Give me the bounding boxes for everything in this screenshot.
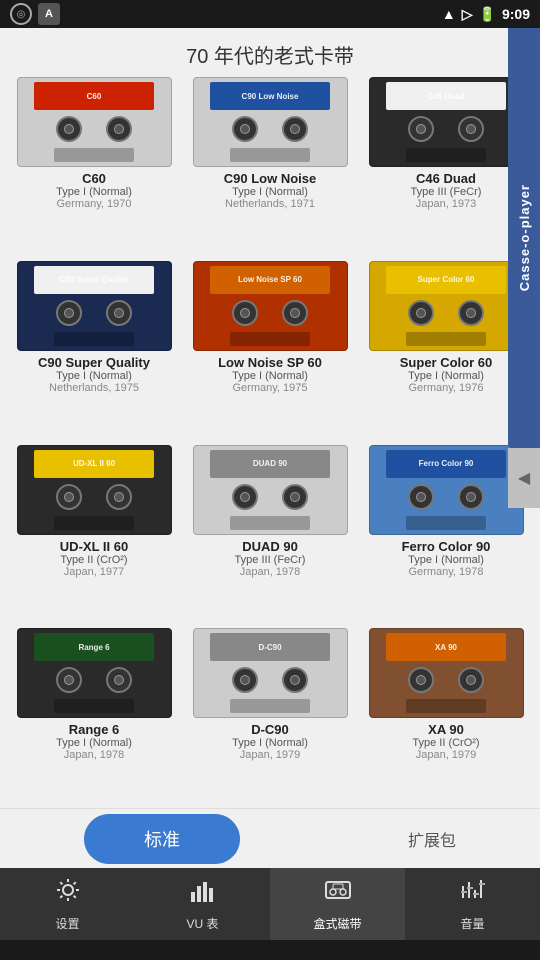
cassette-item-c90sq[interactable]: C90 Super Quality C90 Super Quality Type… (8, 261, 180, 441)
cassette-type-ferrocolor: Type I (Normal) (408, 554, 484, 566)
tab-label-vu: VU 表 (186, 915, 218, 932)
cassette-item-range6[interactable]: Range 6 Range 6 Type I (Normal) Japan, 1… (8, 628, 180, 808)
cassette-image-xa90: XA 90 (369, 628, 524, 718)
cassette-origin-sc60: Germany, 1976 (408, 382, 483, 394)
cassette-name-sc60: Super Color 60 (400, 355, 492, 370)
cassette-name-c90ln: C90 Low Noise (224, 171, 316, 186)
settings-icon (54, 876, 82, 904)
cassette-type-c90sq: Type I (Normal) (56, 370, 132, 382)
cassette-name-udxl: UD-XL II 60 (60, 539, 128, 554)
cassette-item-dc90[interactable]: D-C90 D-C90 Type I (Normal) Japan, 1979 (184, 628, 356, 808)
status-bar: ◎ A ▲ ▷ 🔋 9:09 (0, 0, 540, 28)
cassette-item-c60[interactable]: C60 C60 Type I (Normal) Germany, 1970 (8, 77, 180, 257)
cassette-image-ferrocolor: Ferro Color 90 (369, 445, 524, 535)
cassette-name-c60: C60 (82, 171, 106, 186)
cassette-origin-c90ln: Netherlands, 1971 (225, 198, 315, 210)
tab-vu[interactable]: VU 表 (135, 868, 270, 940)
cassette-origin-ferrocolor: Germany, 1978 (408, 566, 483, 578)
cassette-item-c90ln[interactable]: C90 Low Noise C90 Low Noise Type I (Norm… (184, 77, 356, 257)
cassette-icon (324, 876, 352, 904)
cassette-type-udxl: Type II (CrO²) (60, 554, 127, 566)
time-display: 9:09 (502, 6, 530, 22)
wifi-icon: ▲ (442, 6, 456, 22)
cassette-origin-range6: Japan, 1978 (64, 749, 125, 761)
cassette-origin-duad90: Japan, 1978 (240, 566, 301, 578)
right-tab-label: Casse-o-player (517, 184, 532, 291)
cassette-item-c46duad[interactable]: C46 Duad C46 Duad Type III (FeCr) Japan,… (360, 77, 532, 257)
cassette-origin-xa90: Japan, 1979 (416, 749, 477, 761)
cassette-type-lnsp60: Type I (Normal) (232, 370, 308, 382)
main-content: Casse-o-player 70 年代的老式卡带 C60 C60 (0, 28, 540, 868)
tab-label-volume: 音量 (460, 915, 484, 932)
cassette-image-c60: C60 (17, 77, 172, 167)
cassette-type-xa90: Type II (CrO²) (412, 737, 479, 749)
cassette-type-duad90: Type III (FeCr) (235, 554, 306, 566)
cassette-name-c90sq: C90 Super Quality (38, 355, 150, 370)
cassette-image-c90ln: C90 Low Noise (193, 77, 348, 167)
cassette-name-lnsp60: Low Noise SP 60 (218, 355, 322, 370)
cassette-grid: C60 C60 Type I (Normal) Germany, 1970 (0, 77, 540, 808)
cassette-type-dc90: Type I (Normal) (232, 737, 308, 749)
vu-icon (189, 876, 217, 904)
tab-cassette[interactable]: 盒式磁带 (270, 868, 405, 940)
volume-icon (459, 876, 487, 904)
cassette-type-range6: Type I (Normal) (56, 737, 132, 749)
cassette-item-sc60[interactable]: Super Color 60 Super Color 60 Type I (No… (360, 261, 532, 441)
signal-icon: ▷ (462, 6, 473, 23)
cassette-origin-lnsp60: Germany, 1975 (232, 382, 307, 394)
cassette-name-range6: Range 6 (69, 722, 120, 737)
cassette-image-range6: Range 6 (17, 628, 172, 718)
cassette-image-dc90: D-C90 (193, 628, 348, 718)
cassette-name-xa90: XA 90 (428, 722, 464, 737)
cassette-origin-dc90: Japan, 1979 (240, 749, 301, 761)
cassette-name-duad90: DUAD 90 (242, 539, 298, 554)
tab-volume[interactable]: 音量 (405, 868, 540, 940)
tab-label-settings: 设置 (55, 915, 79, 932)
cassette-name-dc90: D-C90 (251, 722, 289, 737)
cassette-name-ferrocolor: Ferro Color 90 (402, 539, 491, 554)
cassette-type-c60: Type I (Normal) (56, 186, 132, 198)
cassette-image-sc60: Super Color 60 (369, 261, 524, 351)
expansion-button[interactable]: 扩展包 (408, 827, 456, 851)
compass-icon: ◎ (10, 3, 32, 25)
cassette-origin-c46duad: Japan, 1973 (416, 198, 477, 210)
tab-label-cassette: 盒式磁带 (313, 915, 361, 932)
cassette-origin-c60: Germany, 1970 (56, 198, 131, 210)
cassette-item-lnsp60[interactable]: Low Noise SP 60 Low Noise SP 60 Type I (… (184, 261, 356, 441)
cassette-image-c46duad: C46 Duad (369, 77, 524, 167)
tab-settings[interactable]: 设置 (0, 868, 135, 940)
cassette-image-udxl: UD-XL II 60 (17, 445, 172, 535)
cassette-origin-c90sq: Netherlands, 1975 (49, 382, 139, 394)
cassette-image-c90sq: C90 Super Quality (17, 261, 172, 351)
cassette-item-udxl[interactable]: UD-XL II 60 UD-XL II 60 Type II (CrO²) J… (8, 445, 180, 625)
right-tab[interactable]: Casse-o-player (508, 28, 540, 448)
cassette-item-xa90[interactable]: XA 90 XA 90 Type II (CrO²) Japan, 1979 (360, 628, 532, 808)
cassette-item-ferrocolor[interactable]: Ferro Color 90 Ferro Color 90 Type I (No… (360, 445, 532, 625)
bottom-buttons: 标准 扩展包 (0, 808, 540, 868)
page-title: 70 年代的老式卡带 (0, 28, 540, 77)
right-arrow[interactable] (508, 448, 540, 508)
cassette-type-c90ln: Type I (Normal) (232, 186, 308, 198)
cassette-image-lnsp60: Low Noise SP 60 (193, 261, 348, 351)
a-icon: A (38, 3, 60, 25)
cassette-type-c46duad: Type III (FeCr) (411, 186, 482, 198)
cassette-origin-udxl: Japan, 1977 (64, 566, 125, 578)
cassette-name-c46duad: C46 Duad (416, 171, 476, 186)
standard-button[interactable]: 标准 (84, 814, 240, 864)
bottom-tabs: 设置 VU 表 盒式磁带 音量 (0, 868, 540, 940)
cassette-image-duad90: DUAD 90 (193, 445, 348, 535)
battery-icon: 🔋 (479, 6, 496, 23)
cassette-item-duad90[interactable]: DUAD 90 DUAD 90 Type III (FeCr) Japan, 1… (184, 445, 356, 625)
cassette-type-sc60: Type I (Normal) (408, 370, 484, 382)
